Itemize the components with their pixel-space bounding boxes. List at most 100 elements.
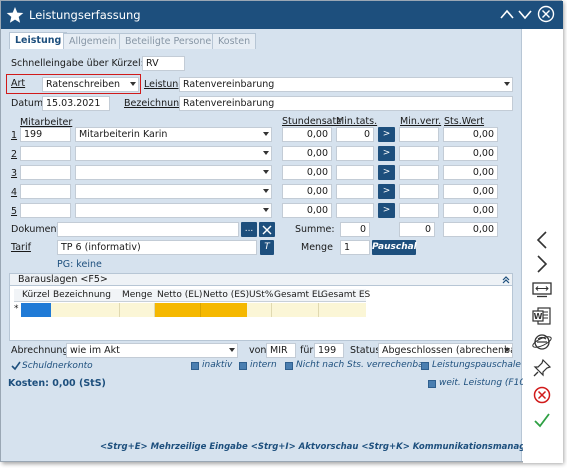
status-value: Abgeschlossen (abrechenbar) xyxy=(382,345,513,356)
kuerzel-input[interactable]: 199 xyxy=(20,127,71,142)
cell-menge[interactable] xyxy=(120,303,155,317)
stundensatz-input[interactable]: 0,00 xyxy=(282,146,332,161)
barauslagen-header: Barauslagen <F5> xyxy=(9,273,513,286)
col-bezeichnung: Bezeichnung xyxy=(53,290,111,300)
mintats-input[interactable] xyxy=(336,165,374,180)
tab-leistung[interactable]: Leistung xyxy=(9,32,68,49)
collapse-icon[interactable] xyxy=(500,8,514,20)
arrow-button[interactable]: > xyxy=(378,146,395,161)
intern-checkbox[interactable] xyxy=(239,362,247,370)
arrow-button[interactable]: > xyxy=(378,184,395,199)
cell-kuerzel[interactable] xyxy=(21,303,51,317)
schnelleingabe-input[interactable]: RV xyxy=(142,56,185,71)
expand-icon[interactable] xyxy=(518,8,532,20)
stundensatz-input[interactable]: 0,00 xyxy=(282,165,332,180)
mintats-input[interactable] xyxy=(336,184,374,199)
stundensatz-input[interactable]: 0,00 xyxy=(282,203,332,218)
cancel-icon[interactable] xyxy=(530,384,554,406)
abrechnung-label: Abrechnung xyxy=(11,345,69,356)
kuerzel-input[interactable] xyxy=(20,146,71,161)
confirm-icon[interactable] xyxy=(530,409,554,431)
chevron-down-icon xyxy=(263,189,269,193)
datum-label: Datum xyxy=(11,98,44,109)
next-icon[interactable] xyxy=(530,253,554,275)
chevron-down-icon xyxy=(263,170,269,174)
abrechnung-value: wie im Akt xyxy=(70,345,120,356)
fuer-input[interactable]: 199 xyxy=(314,343,344,358)
stswert-input[interactable]: 0,00 xyxy=(443,165,498,180)
minverr-input[interactable] xyxy=(399,127,439,142)
menge-input[interactable]: 1 xyxy=(340,240,370,255)
arrow-button[interactable]: > xyxy=(378,203,395,218)
stswert-input[interactable]: 0,00 xyxy=(443,203,498,218)
kuerzel-input[interactable] xyxy=(20,203,71,218)
tarif-input[interactable]: TP 6 (informativ) xyxy=(57,240,257,255)
star-icon xyxy=(6,7,24,23)
minverr-input[interactable] xyxy=(399,165,439,180)
checkmark-icon xyxy=(11,361,21,371)
close-icon[interactable] xyxy=(537,5,555,23)
stundensatz-input[interactable]: 0,00 xyxy=(282,127,332,142)
von-label: von xyxy=(249,345,267,356)
intern-label: intern xyxy=(250,360,277,370)
inaktiv-checkbox[interactable] xyxy=(191,362,199,370)
stswert-input[interactable]: 0,00 xyxy=(443,146,498,161)
chevron-up-icon[interactable] xyxy=(502,276,510,284)
leistung-select[interactable]: Ratenvereinbarung xyxy=(179,77,513,92)
summe-minverr: 0 xyxy=(399,222,435,237)
mintats-input[interactable] xyxy=(336,146,374,161)
arrow-button[interactable]: > xyxy=(378,165,395,180)
datum-input[interactable]: 15.03.2021 xyxy=(42,96,110,111)
weit-leistung-checkbox[interactable] xyxy=(428,380,436,388)
bezeichnung-input[interactable]: Ratenvereinbarung xyxy=(179,96,513,111)
cell-gesamt-el[interactable] xyxy=(272,303,319,317)
window-title: Leistungserfassung xyxy=(29,8,141,22)
stundensatz-input[interactable]: 0,00 xyxy=(282,184,332,199)
mitarbeiter-select[interactable]: Mitarbeiterin Karin xyxy=(75,127,272,142)
stswert-input[interactable]: 0,00 xyxy=(443,127,498,142)
art-select[interactable]: Ratenschreiben xyxy=(42,77,139,92)
cell-gesamt-es[interactable] xyxy=(319,303,366,317)
chevron-down-icon xyxy=(504,348,510,352)
nicht-sts-checkbox[interactable] xyxy=(285,362,293,370)
tarif-label: Tarif xyxy=(11,242,31,253)
resize-icon[interactable] xyxy=(530,279,554,301)
row-marker: * xyxy=(14,304,19,314)
kuerzel-input[interactable] xyxy=(20,184,71,199)
schnelleingabe-label: Schnelleingabe über Kürzel: xyxy=(11,58,144,69)
dokument-input[interactable] xyxy=(57,222,239,237)
minverr-input[interactable] xyxy=(399,203,439,218)
minverr-input[interactable] xyxy=(399,184,439,199)
stundensatz-header: Stundensatz xyxy=(282,116,342,127)
von-input[interactable]: MIR xyxy=(266,343,296,358)
pin-icon[interactable] xyxy=(530,357,554,379)
mitarbeiter-select[interactable] xyxy=(75,165,272,180)
grid-new-row[interactable]: * xyxy=(14,303,366,317)
stswert-input[interactable]: 0,00 xyxy=(443,184,498,199)
browser-icon[interactable] xyxy=(530,331,554,353)
cell-netto-el[interactable] xyxy=(155,303,201,317)
dokument-browse-button[interactable]: ... xyxy=(241,222,257,237)
cell-ust[interactable] xyxy=(247,303,272,317)
word-document-icon[interactable]: W xyxy=(530,305,554,327)
mitarbeiter-select[interactable] xyxy=(75,184,272,199)
tarif-button[interactable]: T xyxy=(260,240,274,255)
leistungspauschale-checkbox[interactable] xyxy=(421,362,429,370)
minverr-input[interactable] xyxy=(399,146,439,161)
kuerzel-input[interactable] xyxy=(20,165,71,180)
mitarbeiter-select[interactable] xyxy=(75,203,272,218)
arrow-button[interactable]: > xyxy=(378,127,395,142)
previous-icon[interactable] xyxy=(530,229,554,251)
tab-kosten[interactable]: Kosten xyxy=(212,33,257,49)
mitarbeiter-select[interactable] xyxy=(75,146,272,161)
dokument-clear-button[interactable] xyxy=(259,222,275,237)
mintats-input[interactable] xyxy=(336,203,374,218)
cell-bezeichnung[interactable] xyxy=(51,303,120,317)
mintats-input[interactable]: 0 xyxy=(336,127,374,142)
pauschal-button[interactable]: Pauschal xyxy=(372,240,417,255)
status-select[interactable]: Abgeschlossen (abrechenbar) xyxy=(378,343,513,358)
cell-netto-es[interactable] xyxy=(201,303,247,317)
abrechnung-select[interactable]: wie im Akt xyxy=(66,343,238,358)
tab-allgemein[interactable]: Allgemein xyxy=(63,33,123,49)
tab-beteiligte-personen[interactable]: Beteiligte Personen xyxy=(119,33,224,49)
